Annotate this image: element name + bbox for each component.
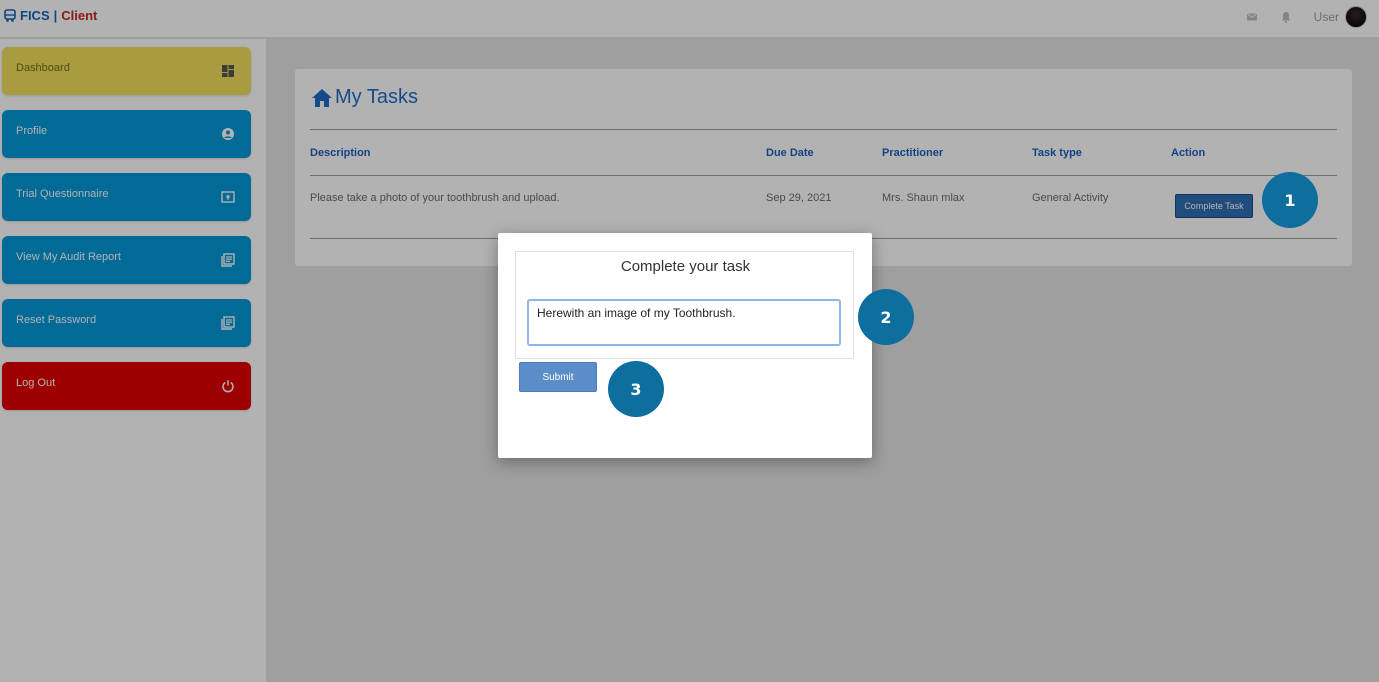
step-marker: 1 — [1262, 172, 1318, 228]
modal-title: Complete your task — [620, 258, 751, 275]
modal-panel: Complete your task Herewith an image of … — [515, 251, 854, 359]
task-response-textarea[interactable]: Herewith an image of my Toothbrush. — [527, 299, 841, 346]
submit-button[interactable]: Submit — [519, 362, 597, 392]
step-marker: 3 — [608, 361, 664, 417]
complete-task-modal: Complete your task Herewith an image of … — [498, 233, 872, 458]
step-marker: 2 — [858, 289, 914, 345]
